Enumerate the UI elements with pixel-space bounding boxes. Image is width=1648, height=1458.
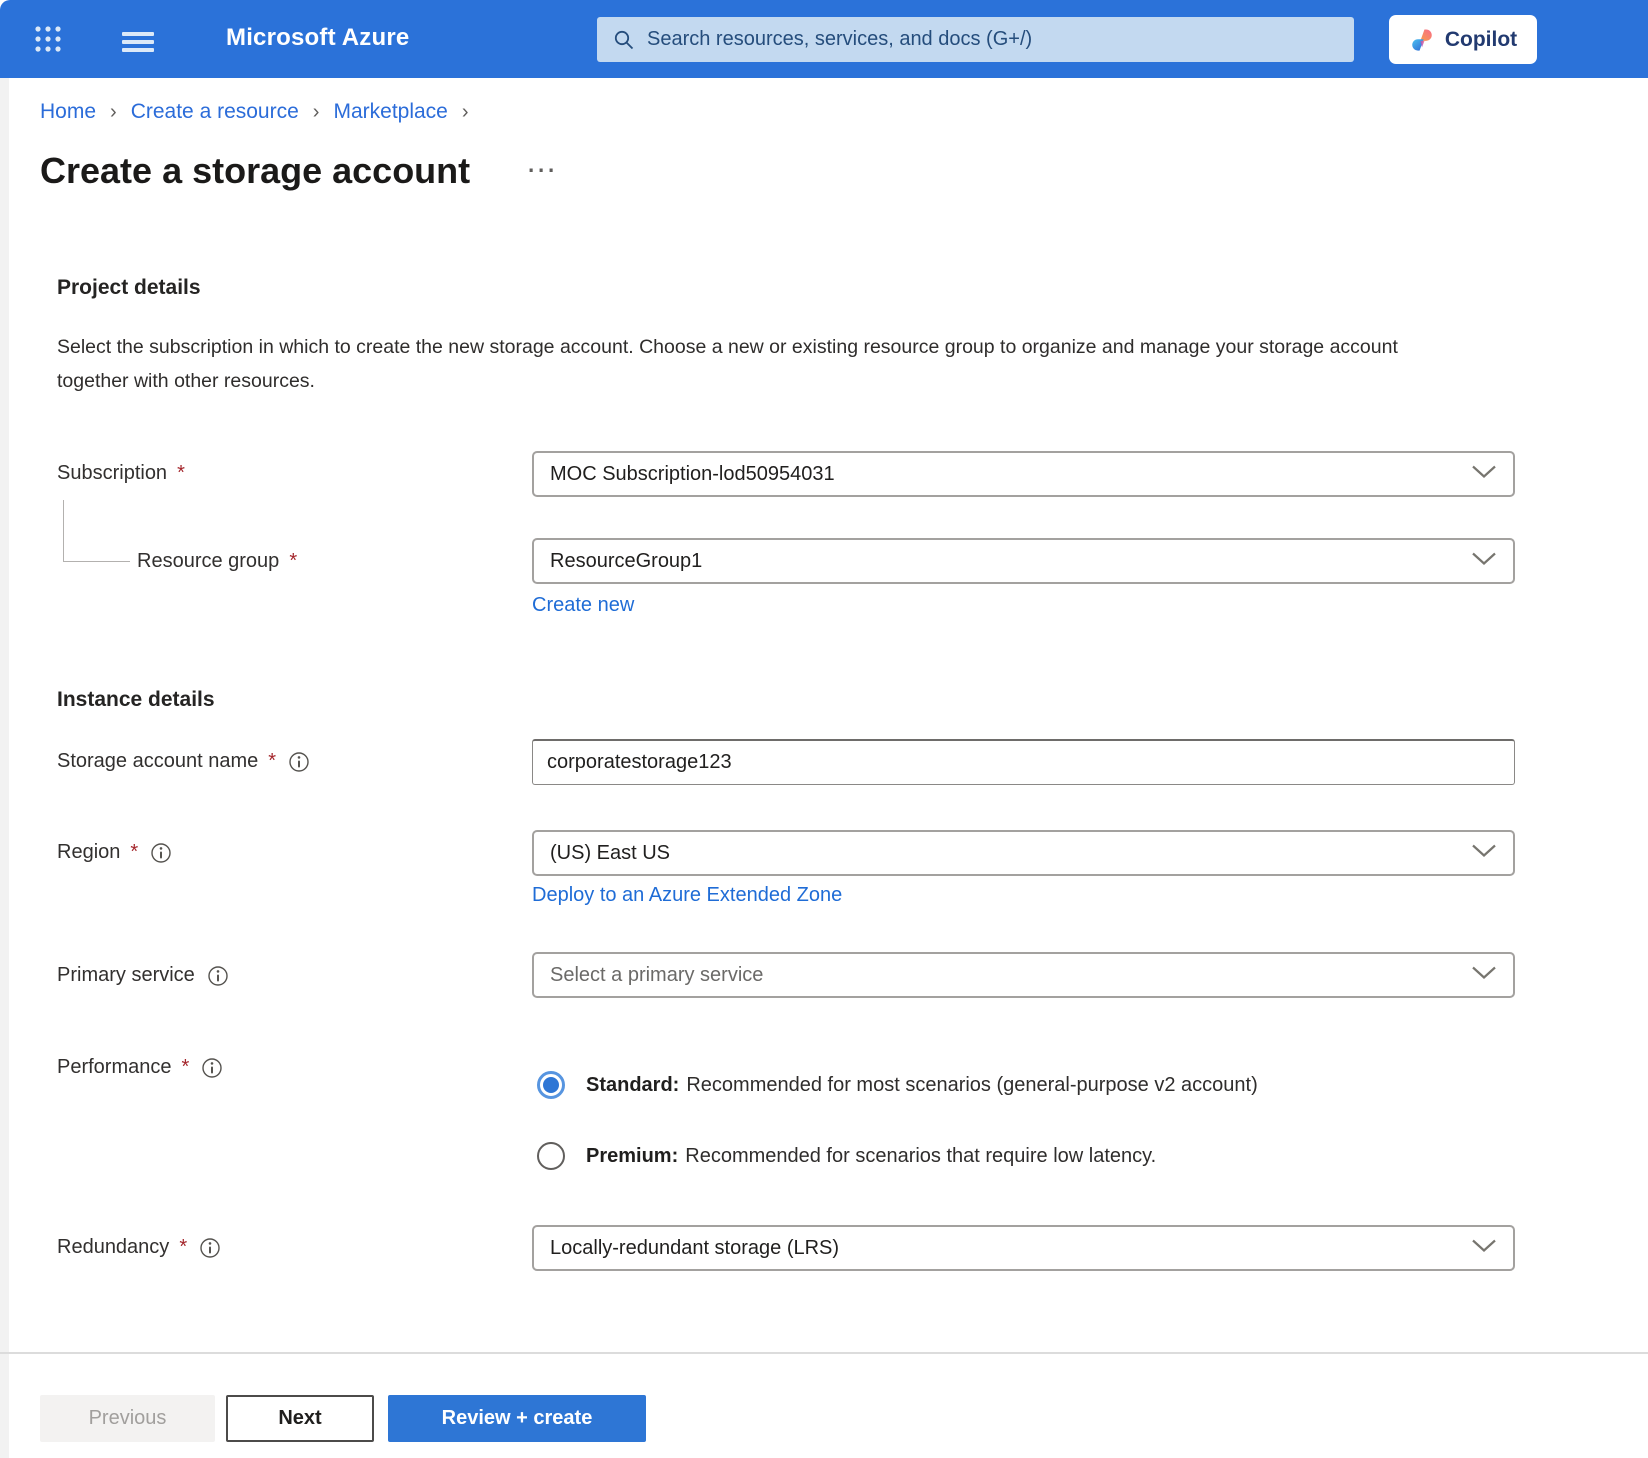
copilot-button[interactable]: Copilot bbox=[1389, 15, 1537, 64]
required-marker: * bbox=[179, 1236, 187, 1259]
subscription-label: Subscription* bbox=[57, 462, 185, 485]
required-marker: * bbox=[177, 462, 185, 485]
waffle-icon bbox=[33, 24, 65, 54]
more-options-button[interactable]: ⋯ bbox=[522, 161, 560, 181]
search-icon bbox=[613, 29, 635, 51]
search-input[interactable] bbox=[645, 27, 1354, 52]
required-marker: * bbox=[268, 750, 276, 773]
app-launcher-button[interactable] bbox=[32, 24, 66, 56]
top-bar: Microsoft Azure bbox=[0, 0, 1648, 78]
breadcrumb-separator: › bbox=[462, 101, 469, 124]
hamburger-menu-button[interactable] bbox=[118, 26, 158, 52]
title-row: Create a storage account ⋯ bbox=[40, 150, 560, 192]
breadcrumb-create-a-resource[interactable]: Create a resource bbox=[131, 100, 299, 124]
subscription-resource-group-connector bbox=[63, 500, 130, 562]
footer-divider bbox=[0, 1352, 1648, 1354]
required-marker: * bbox=[182, 1056, 190, 1079]
required-marker: * bbox=[130, 841, 138, 864]
breadcrumb-separator: › bbox=[110, 101, 117, 124]
copilot-label: Copilot bbox=[1445, 28, 1517, 52]
radio-selected-icon bbox=[537, 1071, 565, 1099]
info-icon[interactable] bbox=[150, 842, 172, 864]
project-details-heading: Project details bbox=[57, 276, 201, 300]
chevron-down-icon bbox=[1471, 465, 1497, 484]
region-value: (US) East US bbox=[550, 842, 670, 865]
region-label: Region* bbox=[57, 841, 172, 864]
create-new-link[interactable]: Create new bbox=[532, 594, 634, 617]
extended-zone-link[interactable]: Deploy to an Azure Extended Zone bbox=[532, 884, 842, 907]
page-title: Create a storage account bbox=[40, 150, 470, 192]
radio-unselected-icon bbox=[537, 1142, 565, 1170]
copilot-icon bbox=[1409, 27, 1435, 53]
redundancy-label: Redundancy* bbox=[57, 1236, 221, 1259]
page-left-gutter bbox=[0, 78, 9, 1458]
next-button[interactable]: Next bbox=[226, 1395, 374, 1442]
chevron-down-icon bbox=[1471, 966, 1497, 985]
breadcrumb: Home › Create a resource › Marketplace › bbox=[40, 100, 483, 124]
project-details-description: Select the subscription in which to crea… bbox=[57, 330, 1447, 398]
info-icon[interactable] bbox=[207, 965, 229, 987]
chevron-down-icon bbox=[1471, 1239, 1497, 1258]
review-create-button[interactable]: Review + create bbox=[388, 1395, 646, 1442]
instance-details-heading: Instance details bbox=[57, 688, 215, 712]
redundancy-value: Locally-redundant storage (LRS) bbox=[550, 1237, 839, 1260]
performance-option-standard[interactable]: Standard:Recommended for most scenarios … bbox=[537, 1071, 1258, 1099]
resource-group-value: ResourceGroup1 bbox=[550, 550, 702, 573]
breadcrumb-home[interactable]: Home bbox=[40, 100, 96, 124]
info-icon[interactable] bbox=[199, 1237, 221, 1259]
performance-option-premium[interactable]: Premium:Recommended for scenarios that r… bbox=[537, 1142, 1156, 1170]
chevron-down-icon bbox=[1471, 552, 1497, 571]
performance-label: Performance* bbox=[57, 1056, 223, 1079]
redundancy-select[interactable]: Locally-redundant storage (LRS) bbox=[532, 1225, 1515, 1271]
subscription-value: MOC Subscription-lod50954031 bbox=[550, 463, 835, 486]
storage-account-name-input[interactable] bbox=[532, 739, 1515, 785]
breadcrumb-separator: › bbox=[313, 101, 320, 124]
performance-standard-text: Standard:Recommended for most scenarios … bbox=[586, 1074, 1258, 1097]
primary-service-placeholder: Select a primary service bbox=[550, 964, 763, 987]
subscription-select[interactable]: MOC Subscription-lod50954031 bbox=[532, 451, 1515, 497]
chevron-down-icon bbox=[1471, 844, 1497, 863]
global-search[interactable] bbox=[597, 17, 1354, 62]
storage-account-name-label: Storage account name* bbox=[57, 750, 310, 773]
info-icon[interactable] bbox=[288, 751, 310, 773]
hamburger-icon bbox=[122, 32, 154, 36]
previous-button[interactable]: Previous bbox=[40, 1395, 215, 1442]
primary-service-select[interactable]: Select a primary service bbox=[532, 952, 1515, 998]
primary-service-label: Primary service bbox=[57, 964, 229, 987]
required-marker: * bbox=[289, 550, 297, 573]
resource-group-label: Resource group* bbox=[137, 550, 297, 573]
info-icon[interactable] bbox=[201, 1057, 223, 1079]
product-title: Microsoft Azure bbox=[226, 24, 409, 52]
breadcrumb-marketplace[interactable]: Marketplace bbox=[333, 100, 447, 124]
resource-group-select[interactable]: ResourceGroup1 bbox=[532, 538, 1515, 584]
region-select[interactable]: (US) East US bbox=[532, 830, 1515, 876]
performance-premium-text: Premium:Recommended for scenarios that r… bbox=[586, 1145, 1156, 1168]
